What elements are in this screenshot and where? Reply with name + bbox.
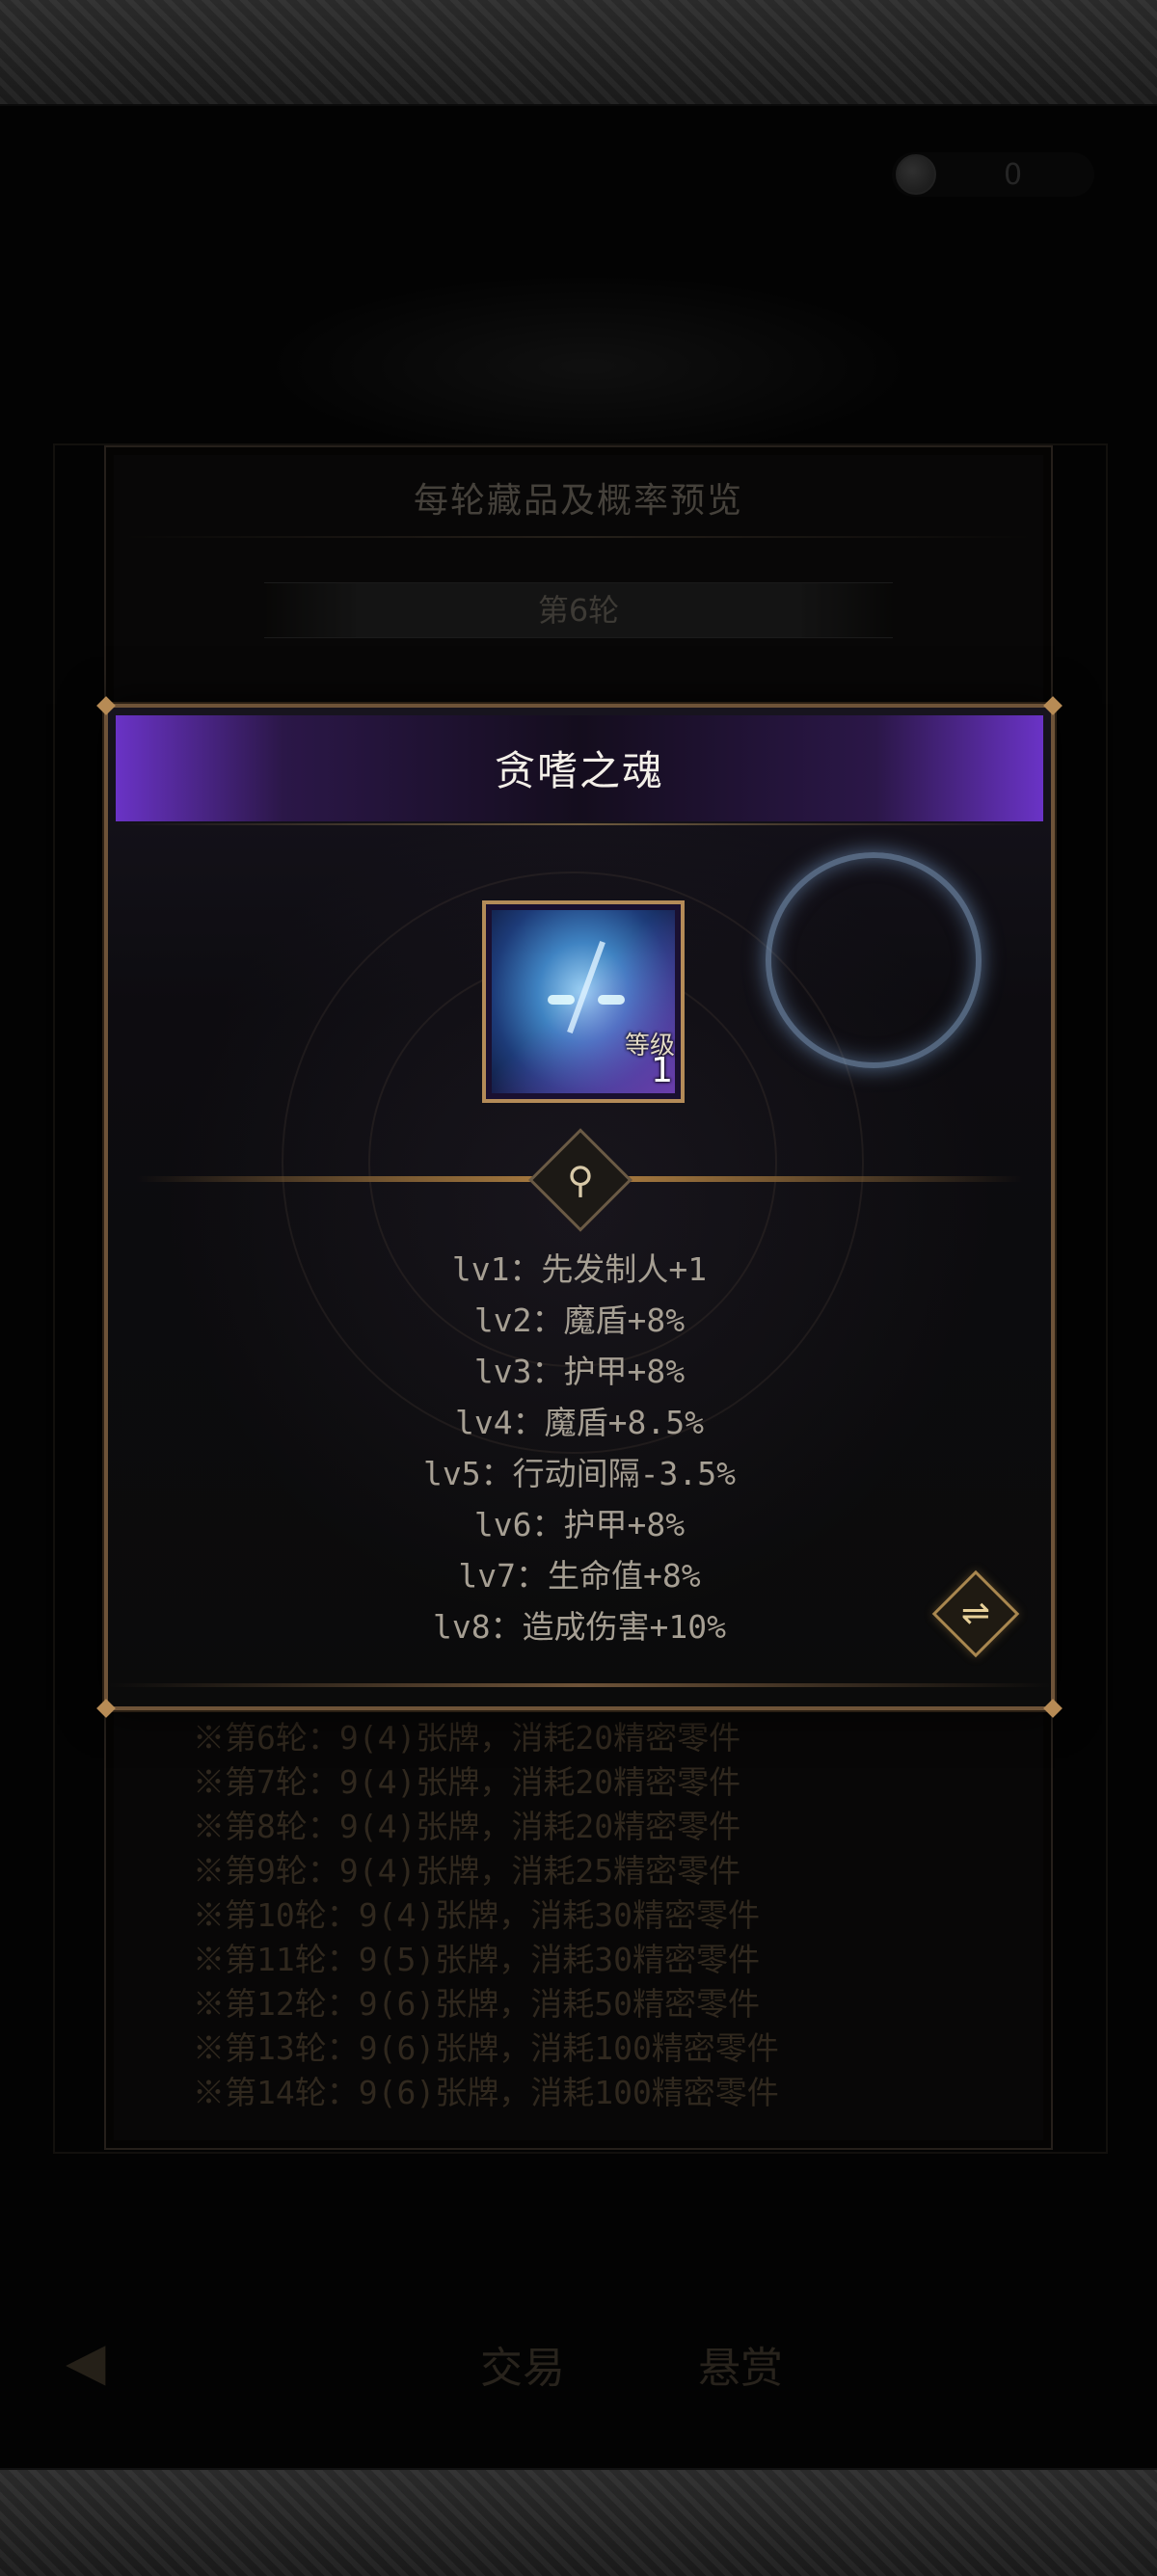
face-detail [548, 995, 575, 1005]
popup-bottom-border [108, 1683, 1051, 1687]
item-detail-popup: 贪嗜之魂 等级 1 ⚲ lv1：先发制人+1 lv2：魔盾+8% lv3：护甲+… [96, 696, 1063, 1718]
face-detail [567, 940, 605, 1034]
bottom-decor-bar [0, 2468, 1157, 2576]
item-slot[interactable]: 等级 1 [482, 900, 685, 1103]
list-item: lv3：护甲+8% [473, 1353, 686, 1390]
face-detail [598, 995, 625, 1005]
list-item: lv4：魔盾+8.5% [455, 1404, 704, 1441]
list-item: lv5：行动间隔-3.5% [423, 1455, 736, 1492]
list-item: lv7：生命值+8% [458, 1557, 701, 1595]
magnifier-icon: ⚲ [567, 1159, 594, 1201]
popup-header: 贪嗜之魂 [116, 715, 1043, 825]
swap-icon: ⇌ [960, 1594, 991, 1633]
soul-portrait-icon [492, 910, 675, 1093]
portal-ring-icon [766, 852, 982, 1068]
level-stats-list: lv1：先发制人+1 lv2：魔盾+8% lv3：护甲+8% lv4：魔盾+8.… [108, 1244, 1051, 1652]
list-item: lv6：护甲+8% [473, 1506, 686, 1543]
popup-title: 贪嗜之魂 [494, 747, 664, 794]
level-value: 1 [651, 1051, 673, 1090]
list-item: lv8：造成伤害+10% [432, 1608, 727, 1646]
list-item: lv2：魔盾+8% [473, 1301, 686, 1339]
list-item: lv1：先发制人+1 [451, 1250, 708, 1288]
top-decor-bar [0, 0, 1157, 106]
